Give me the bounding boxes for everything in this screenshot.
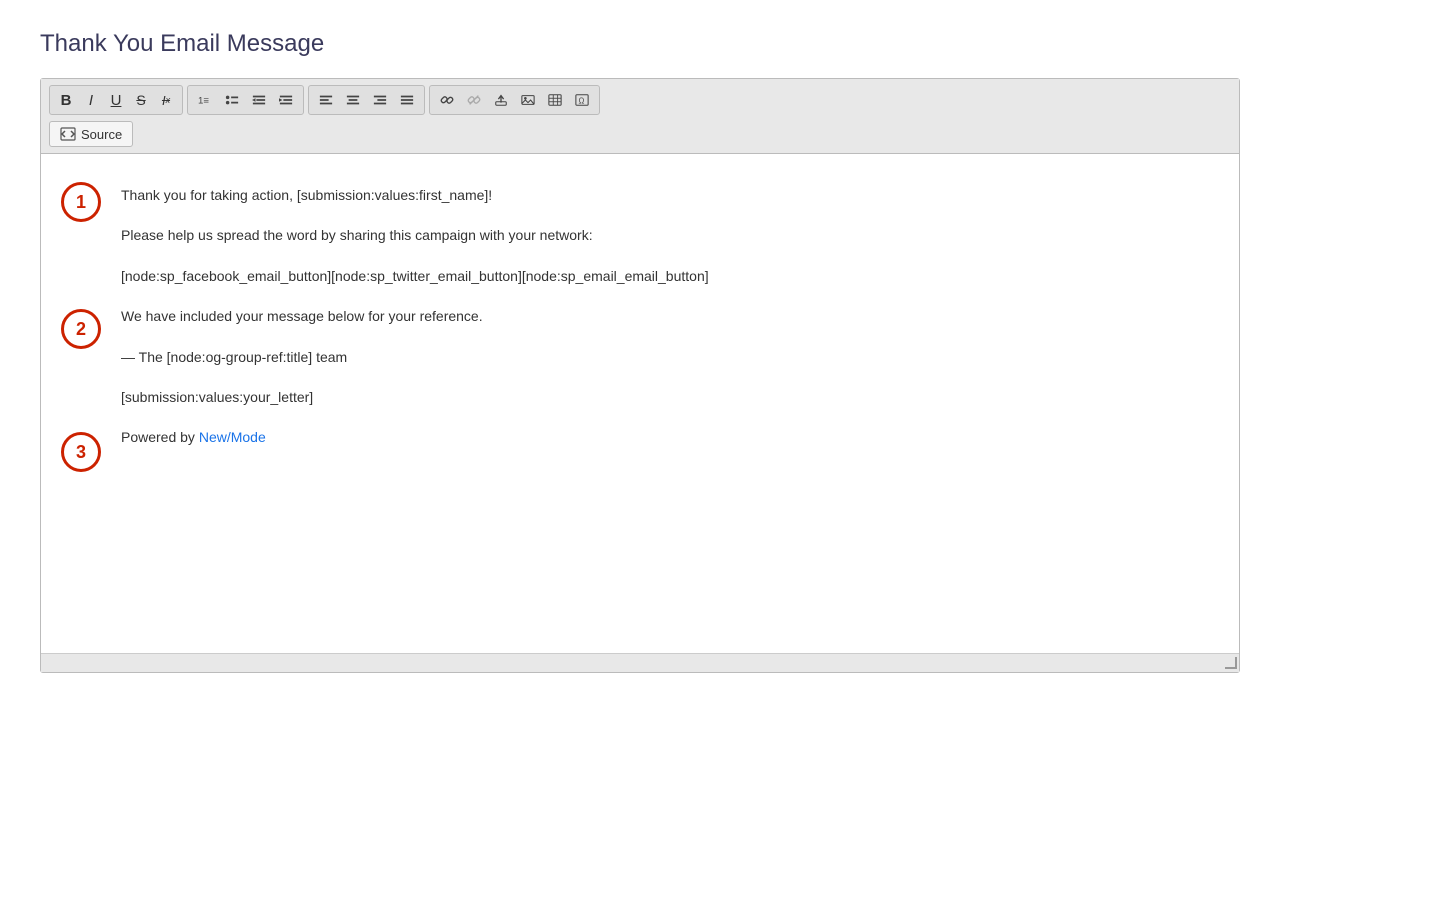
text-format-group: B I U S Ix — [49, 85, 183, 115]
rich-text-editor: B I U S Ix 1≡ — [40, 78, 1240, 673]
link-media-group: Ω — [429, 85, 600, 115]
svg-text:Ω: Ω — [579, 97, 585, 106]
editor-toolbar: B I U S Ix 1≡ — [41, 79, 1239, 154]
unlink-button[interactable] — [461, 88, 487, 112]
newmode-link[interactable]: New/Mode — [199, 429, 266, 445]
table-button[interactable] — [542, 88, 568, 112]
annotation-2: 2 — [61, 309, 101, 349]
outdent-button[interactable] — [246, 88, 272, 112]
resize-handle[interactable] — [1225, 657, 1237, 669]
annotation-3: 3 — [61, 432, 101, 472]
italic-button[interactable]: I — [79, 88, 103, 112]
ordered-list-button[interactable]: 1≡ — [192, 88, 218, 112]
align-left-button[interactable] — [313, 88, 339, 112]
align-center-button[interactable] — [340, 88, 366, 112]
align-group — [308, 85, 425, 115]
remove-format-button[interactable]: Ix — [154, 88, 178, 112]
source-button[interactable]: Source — [49, 121, 133, 147]
align-justify-button[interactable] — [394, 88, 420, 112]
insert-image-button[interactable] — [515, 88, 541, 112]
list-format-group: 1≡ — [187, 85, 304, 115]
special-char-button[interactable]: Ω — [569, 88, 595, 112]
paragraph-2: Please help us spread the word by sharin… — [121, 224, 1209, 246]
paragraph-3: [node:sp_facebook_email_button][node:sp_… — [121, 265, 1209, 287]
paragraph-7: Powered by New/Mode — [121, 426, 1209, 448]
indent-button[interactable] — [273, 88, 299, 112]
paragraph-6: [submission:values:your_letter] — [121, 386, 1209, 408]
svg-text:1≡: 1≡ — [198, 96, 209, 107]
source-label: Source — [81, 127, 122, 142]
editor-content-area[interactable]: 1 Thank you for taking action, [submissi… — [41, 154, 1239, 654]
insert-link-button[interactable] — [434, 88, 460, 112]
paragraph-5: — The [node:og-group-ref:title] team — [121, 346, 1209, 368]
annotation-1: 1 — [61, 182, 101, 222]
page-title: Thank You Email Message — [40, 30, 1404, 58]
align-right-button[interactable] — [367, 88, 393, 112]
bold-button[interactable]: B — [54, 88, 78, 112]
toolbar-row-1: B I U S Ix 1≡ — [49, 85, 1231, 115]
source-icon — [60, 126, 76, 142]
editor-resize-handle-area — [41, 654, 1239, 672]
paragraph-4: We have included your message below for … — [121, 305, 1209, 327]
unordered-list-button[interactable] — [219, 88, 245, 112]
paragraph-1: Thank you for taking action, [submission… — [121, 184, 1209, 206]
underline-button[interactable]: U — [104, 88, 128, 112]
toolbar-row-2: Source — [49, 121, 1231, 147]
upload-button[interactable] — [488, 88, 514, 112]
strikethrough-button[interactable]: S — [129, 88, 153, 112]
